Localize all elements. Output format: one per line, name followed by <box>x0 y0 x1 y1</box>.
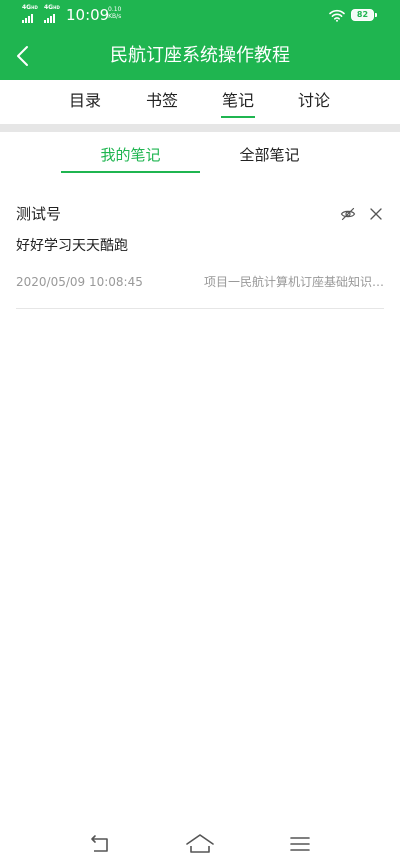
tab-contents[interactable]: 目录 <box>68 80 102 124</box>
back-arrow-icon <box>91 835 108 852</box>
tab-discussion[interactable]: 讨论 <box>297 80 331 124</box>
note-content: 好好学习天天酷跑 <box>16 238 128 254</box>
nav-back-button[interactable] <box>85 830 115 858</box>
battery-tip <box>375 13 377 17</box>
delete-button[interactable] <box>368 206 384 222</box>
system-nav-bar <box>0 820 400 867</box>
notes-subtab-bar: 我的笔记 全部笔记 <box>0 132 400 174</box>
wifi-icon <box>329 9 345 22</box>
network-speed-unit: KB/s <box>108 13 122 20</box>
page-title: 民航订座系统操作教程 <box>110 45 290 66</box>
note-date: 2020/05/09 10:08:45 <box>16 275 143 289</box>
home-icon <box>186 834 214 853</box>
note-author: 测试号 <box>16 205 62 223</box>
hide-button[interactable] <box>340 206 356 222</box>
eye-off-icon <box>340 207 356 221</box>
network-speed-value: 0.10 <box>108 6 122 13</box>
status-time: 10:09 <box>66 6 110 24</box>
subtab-all-notes[interactable]: 全部笔记 <box>200 132 339 172</box>
app-header: 4GHD 4GHD 10:09 0.10 KB/s 82 民航订座系统操作教程 <box>0 0 400 80</box>
close-icon <box>370 208 382 220</box>
section-divider <box>0 124 400 132</box>
chevron-left-icon <box>17 46 28 66</box>
nav-menu-button[interactable] <box>285 830 315 858</box>
subtab-my-notes[interactable]: 我的笔记 <box>61 132 200 173</box>
note-source-link[interactable]: 项目一民航计算机订座基础知识… <box>200 274 384 290</box>
nav-home-button[interactable] <box>185 830 215 858</box>
tab-bar: 目录 书签 笔记 讨论 <box>0 80 400 124</box>
tab-notes[interactable]: 笔记 <box>221 80 255 124</box>
battery-indicator: 82 <box>351 9 374 21</box>
back-button[interactable] <box>12 44 36 68</box>
note-actions <box>340 206 384 222</box>
status-bar: 4GHD 4GHD 10:09 0.10 KB/s 82 <box>0 0 400 32</box>
note-item[interactable]: 测试号 好好学习天天酷跑 2020/05/09 10:08:45 项目一民航计算… <box>16 196 384 309</box>
network-speed: 0.10 KB/s <box>108 6 121 20</box>
menu-icon <box>290 837 310 851</box>
tab-bookmarks[interactable]: 书签 <box>145 80 179 124</box>
